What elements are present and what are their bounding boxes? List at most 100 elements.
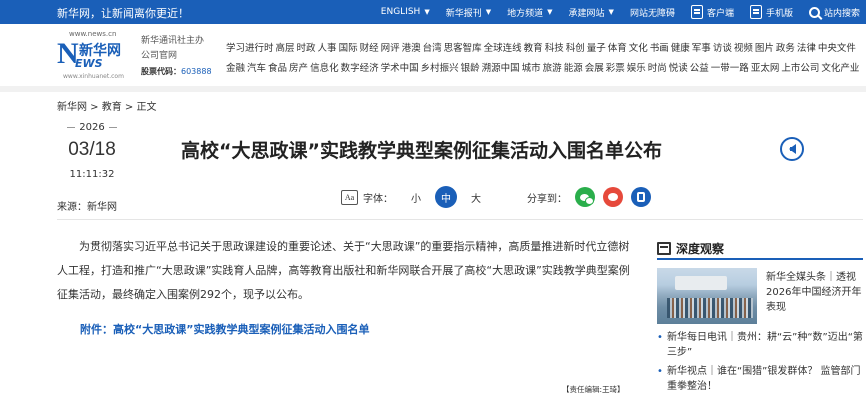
- speaker-icon: [788, 144, 796, 154]
- feature-thumbnail[interactable]: [657, 268, 757, 324]
- channel-link[interactable]: 亚太网: [751, 63, 780, 74]
- sidebar-heading: 深度观察: [657, 240, 863, 257]
- channel-link[interactable]: 军事: [692, 43, 711, 54]
- channel-link[interactable]: 科创: [566, 43, 585, 54]
- audio-play-button[interactable]: [780, 137, 804, 161]
- stock-label: 股票代码：: [141, 67, 181, 76]
- font-medium-button[interactable]: 中: [435, 186, 457, 208]
- client-app-link[interactable]: 客户端: [690, 5, 734, 19]
- channel-link[interactable]: 台湾: [423, 43, 442, 54]
- local-channels-menu[interactable]: 地方频道 ▼: [507, 6, 552, 19]
- channel-link[interactable]: 量子: [587, 43, 606, 54]
- channel-link[interactable]: 娱乐: [627, 63, 646, 74]
- channel-link[interactable]: 思客智库: [444, 43, 482, 54]
- newspapers-menu[interactable]: 新华报刊 ▼: [446, 6, 491, 19]
- english-menu[interactable]: ENGLISH ▼: [381, 7, 430, 17]
- channel-link[interactable]: 数字经济: [341, 63, 379, 74]
- top-bar: 新华网，让新闻离你更近！ ENGLISH ▼ 新华报刊 ▼ 地方频道 ▼ 承建网站 ▼ …: [0, 0, 866, 24]
- channel-link[interactable]: 高层: [276, 43, 295, 54]
- site-search-label: 站内搜索: [823, 8, 860, 19]
- channel-link[interactable]: 信息化: [310, 63, 339, 74]
- site-header: www.news.cn N 新华网 EWS www.xinhuanet.com …: [0, 24, 866, 86]
- channel-link[interactable]: 学术中国: [381, 63, 419, 74]
- channel-link[interactable]: 国际: [339, 43, 358, 54]
- channel-link[interactable]: 银龄: [461, 63, 480, 74]
- stock-code: 股票代码：603888: [141, 64, 212, 79]
- weibo-icon: [608, 193, 618, 201]
- font-size-icon: Aa: [341, 189, 358, 205]
- mobile-share-button[interactable]: [631, 187, 651, 207]
- channel-link[interactable]: 中央文件: [818, 43, 856, 54]
- chevron-down-icon: ▼: [424, 8, 430, 16]
- channel-link[interactable]: 教育: [524, 43, 543, 54]
- channel-link[interactable]: 乡村振兴: [421, 63, 459, 74]
- xinhua-logo[interactable]: www.news.cn N 新华网 EWS www.xinhuanet.com: [57, 30, 129, 82]
- channel-link[interactable]: 溯源中国: [482, 63, 520, 74]
- article-source: 来源：新华网: [57, 202, 117, 213]
- publish-day: 03/18: [68, 139, 116, 160]
- channel-link[interactable]: 房产: [289, 63, 308, 74]
- list-item[interactable]: 新华每日电讯｜贵州：耕“云”种“数”迈出“第三步”: [657, 330, 863, 360]
- channel-link[interactable]: 旅游: [543, 63, 562, 74]
- weibo-share-button[interactable]: [603, 187, 623, 207]
- chevron-down-icon: ▼: [547, 8, 553, 16]
- attachment-link[interactable]: 附件：高校“大思政课”实践教学典型案例征集活动入围名单: [80, 321, 369, 337]
- channel-link[interactable]: 图片: [755, 43, 774, 54]
- channel-link[interactable]: 金融: [226, 63, 245, 74]
- wechat-share-button[interactable]: [575, 187, 595, 207]
- channel-link[interactable]: 时政: [297, 43, 316, 54]
- sidebar-heading-rule: [657, 258, 863, 260]
- channel-link[interactable]: 科技: [545, 43, 564, 54]
- channel-link[interactable]: 汽车: [247, 63, 266, 74]
- channel-link[interactable]: 书画: [650, 43, 669, 54]
- channel-link[interactable]: 访谈: [713, 43, 732, 54]
- mobile-version-link[interactable]: 手机版: [749, 5, 793, 19]
- sidebar-news-list: 新华每日电讯｜贵州：耕“云”种“数”迈出“第三步” 新华视点｜谁在“围猎”银发群…: [657, 330, 863, 398]
- channel-link[interactable]: 城市: [522, 63, 541, 74]
- channel-link[interactable]: 一带一路: [711, 63, 749, 74]
- channel-link[interactable]: 会展: [585, 63, 604, 74]
- thumbnail-cars: [667, 298, 753, 318]
- channel-link[interactable]: 悦读: [669, 63, 688, 74]
- breadcrumb-home[interactable]: 新华网: [57, 102, 87, 113]
- channel-link[interactable]: 视频: [734, 43, 753, 54]
- list-item[interactable]: 新华视点｜谁在“围猎”银发群体？ 监管部门重拳整治！: [657, 364, 863, 394]
- channel-nav: 学习进行时 高层 时政 人事 国际 财经 网评 港澳 台湾 思客智库 全球连线 教育 科技 科创 量子 体育文…: [226, 39, 862, 79]
- header-divider: [0, 86, 866, 92]
- channel-link[interactable]: 彩票: [606, 63, 625, 74]
- channel-link[interactable]: 网评: [381, 43, 400, 54]
- channel-link[interactable]: 时尚: [648, 63, 667, 74]
- hosted-sites-menu[interactable]: 承建网站 ▼: [569, 6, 614, 19]
- share-label: 分享到：: [527, 193, 567, 205]
- channel-link[interactable]: 财经: [360, 43, 379, 54]
- channel-link[interactable]: 港澳: [402, 43, 421, 54]
- feature-headline[interactable]: 新华全媒头条｜透视2026年中国经济开年表现: [766, 270, 863, 315]
- thumbnail-ship: [675, 276, 727, 290]
- channel-link[interactable]: 政务: [776, 43, 795, 54]
- channel-link[interactable]: 体育: [608, 43, 627, 54]
- site-search-link[interactable]: 站内搜索: [808, 6, 860, 19]
- channel-link[interactable]: 上市公司: [781, 63, 819, 74]
- channel-link[interactable]: 公益: [690, 63, 709, 74]
- channel-link[interactable]: 能源: [564, 63, 583, 74]
- org-line-2: 公司官网: [141, 51, 178, 61]
- org-info: 新华通讯社主办 公司官网 股票代码：603888: [141, 34, 212, 79]
- local-channels-label: 地方频道: [507, 8, 544, 19]
- font-small-button[interactable]: 小: [411, 190, 421, 205]
- publish-year-row: 2026: [57, 122, 127, 133]
- channel-link[interactable]: 法律: [797, 43, 816, 54]
- channel-link[interactable]: 人事: [318, 43, 337, 54]
- channel-link[interactable]: 全球连线: [484, 43, 522, 54]
- accessibility-link[interactable]: 网站无障碍: [630, 6, 675, 19]
- sidebar-heading-text: 深度观察: [676, 242, 725, 256]
- year-rule: [108, 127, 117, 128]
- breadcrumb-section[interactable]: 教育: [102, 102, 122, 113]
- channel-link[interactable]: 学习进行时: [226, 43, 274, 54]
- channel-link[interactable]: 健康: [671, 43, 690, 54]
- channel-link[interactable]: 食品: [268, 63, 287, 74]
- channel-link[interactable]: 文化: [629, 43, 648, 54]
- publish-year: 2026: [79, 122, 105, 133]
- channel-link[interactable]: 文化产业: [821, 63, 859, 74]
- article-toolbar: Aa 字体： 小 中 大 分享到：: [341, 186, 651, 208]
- font-large-button[interactable]: 大: [471, 190, 481, 205]
